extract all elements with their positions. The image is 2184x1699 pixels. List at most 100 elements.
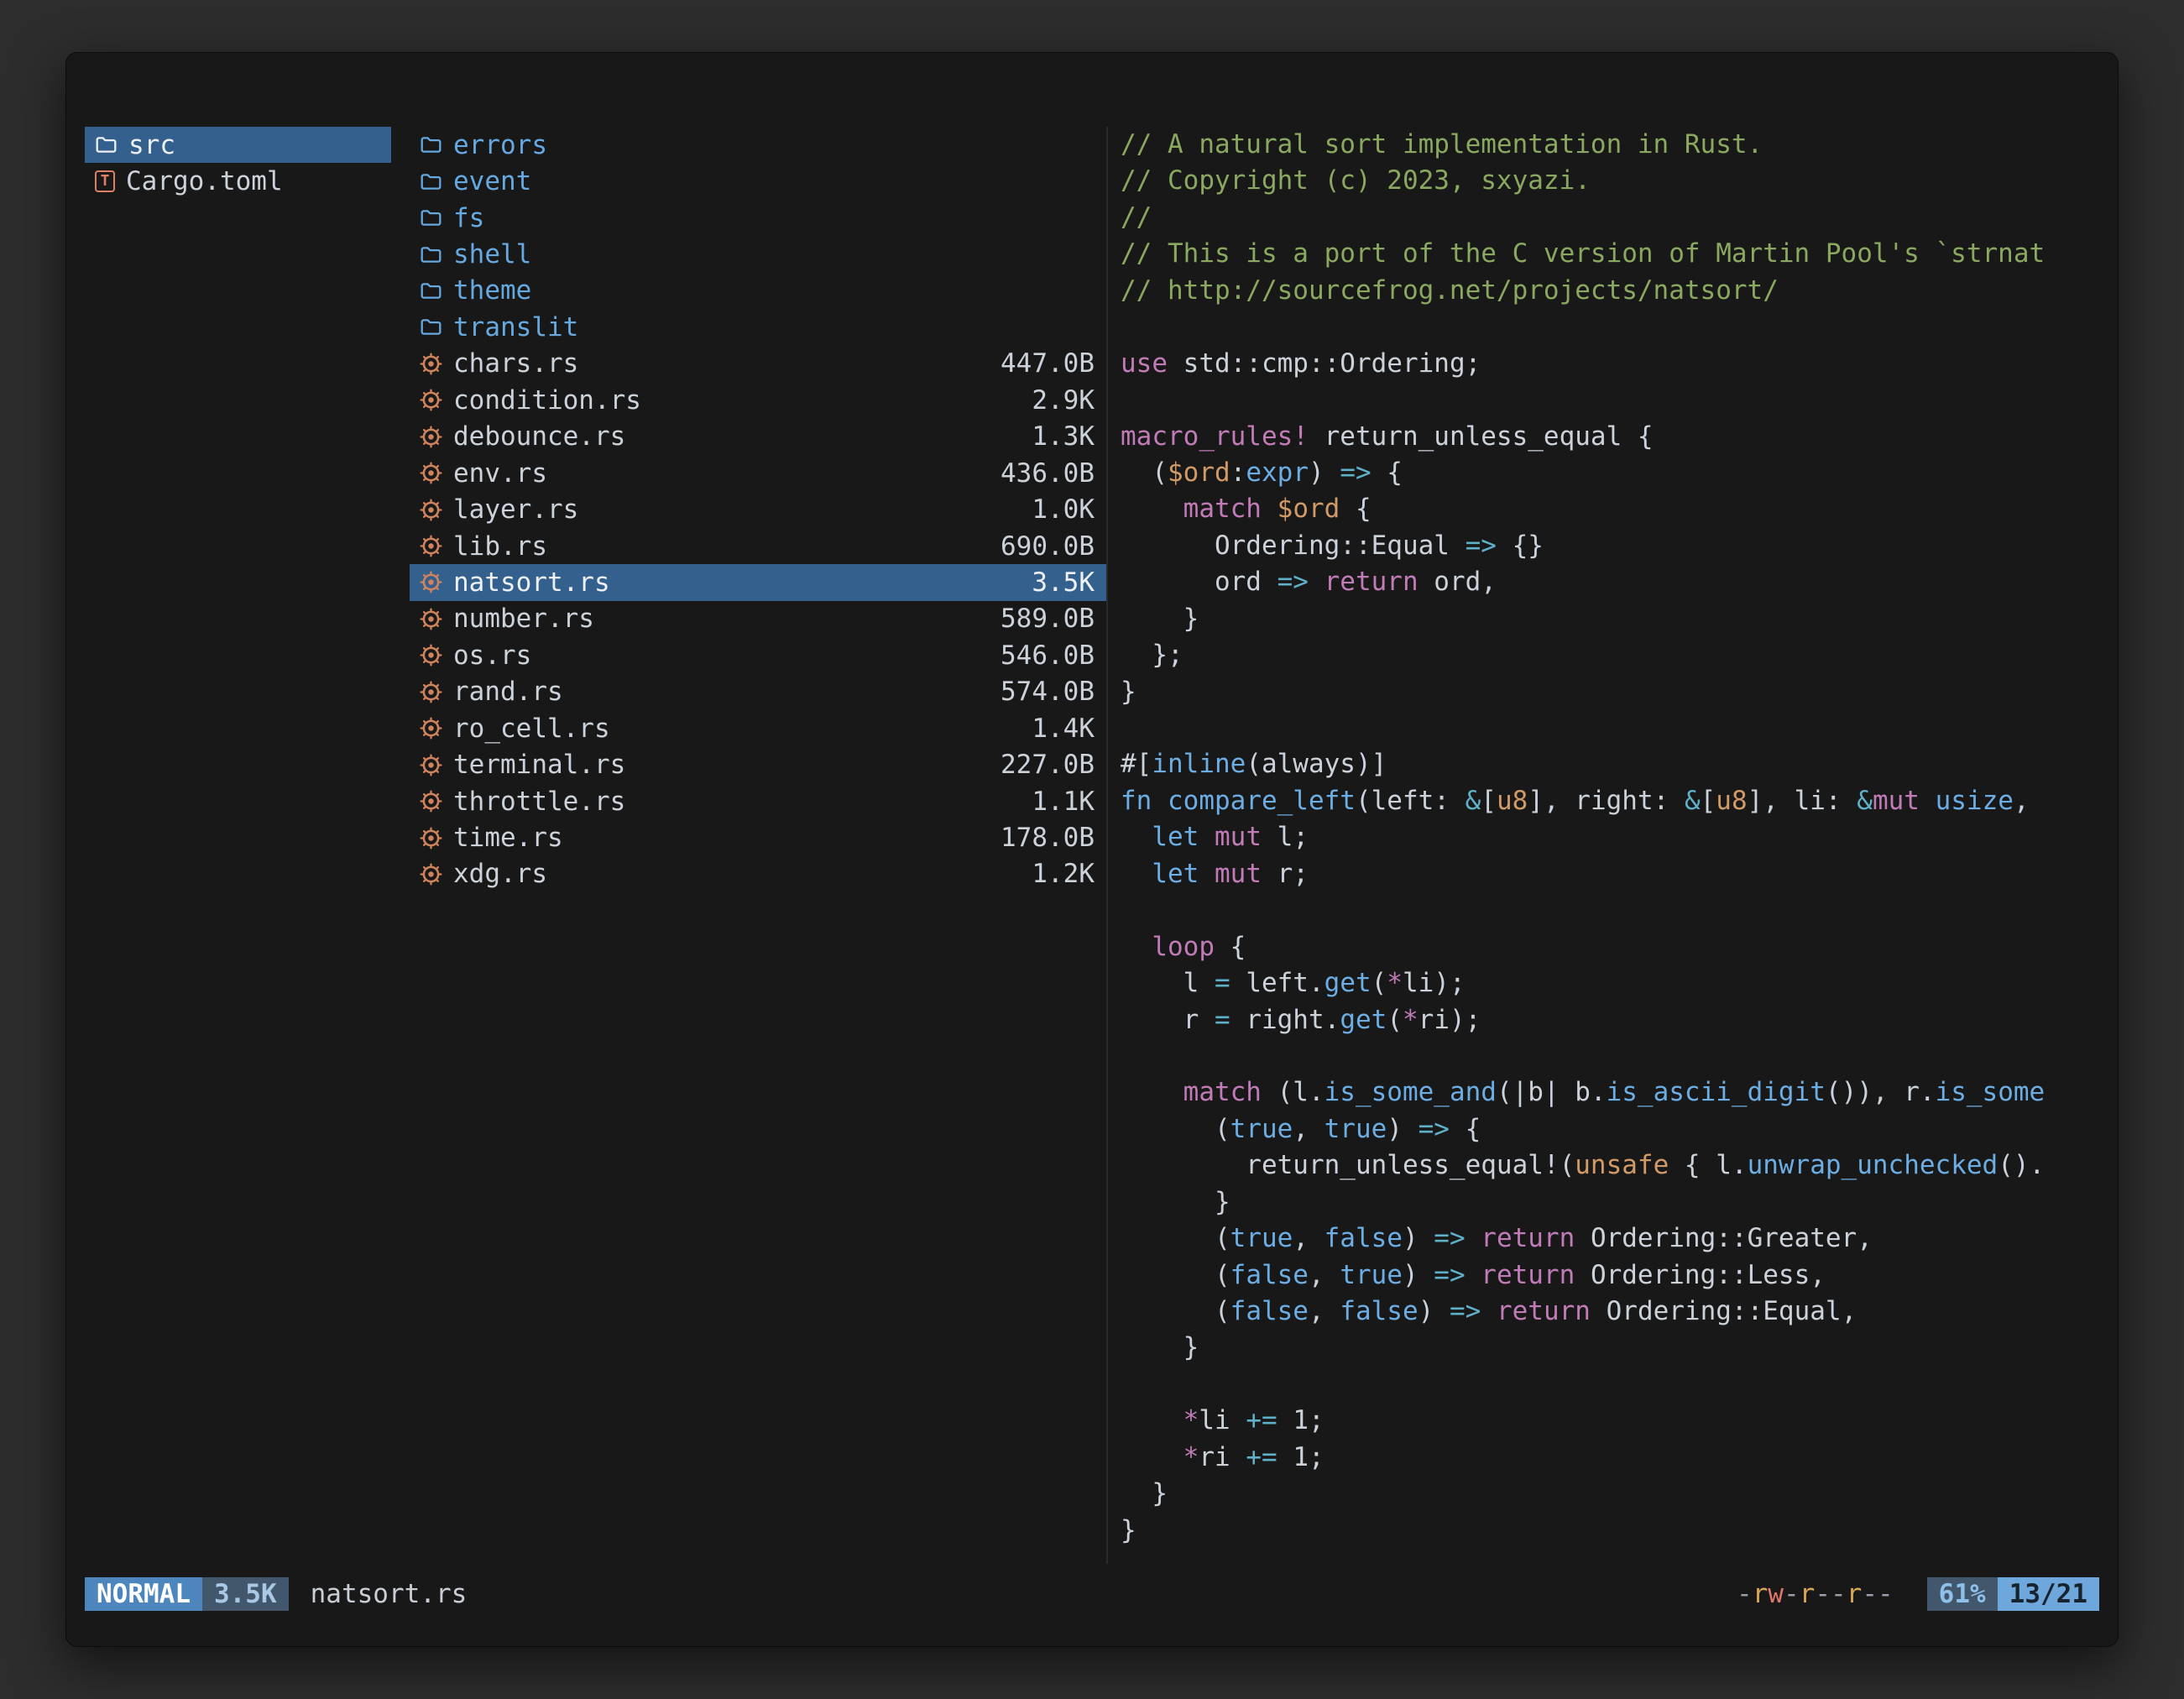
code-line: fn compare_left(left: &[u8], right: &[u8… (1121, 783, 2118, 819)
entry-name: rand.rs (453, 677, 563, 707)
rust-file-icon (420, 608, 442, 630)
entry-size: 447.0B (1001, 348, 1095, 379)
code-line: } (1121, 674, 2118, 710)
code-line: macro_rules! return_unless_equal { (1121, 419, 2118, 455)
entry-name: fs (453, 203, 484, 233)
entry-name: shell (453, 239, 531, 269)
entry-name: theme (453, 275, 531, 306)
file-row[interactable]: ro_cell.rs 1.4K (410, 710, 1106, 746)
rust-file-icon (420, 754, 442, 776)
entry-size: 436.0B (1001, 458, 1095, 489)
code-line (1121, 1367, 2118, 1403)
file-row[interactable]: T Cargo.toml (85, 163, 391, 199)
file-row[interactable]: condition.rs2.9K (410, 382, 1106, 418)
rust-file-icon (420, 790, 442, 813)
folder-icon (95, 133, 118, 156)
entry-size: 1.0K (1032, 494, 1095, 525)
rust-file-icon (420, 462, 442, 484)
code-line: match (l.is_some_and(|b| b.is_ascii_digi… (1121, 1074, 2118, 1111)
rust-file-icon (420, 353, 442, 375)
entry-size: 1.3K (1032, 421, 1095, 452)
code-line: // (1121, 200, 2118, 236)
mode-indicator: NORMAL (85, 1577, 202, 1611)
current-pane: errorsevent fs shell theme translit chars.rs 4… (410, 127, 1106, 1564)
code-line: match $ord { (1121, 491, 2118, 527)
code-line: } (1121, 1330, 2118, 1366)
file-row[interactable]: rand.rs 574.0B (410, 674, 1106, 710)
rust-file-icon (420, 717, 442, 740)
folder-icon (420, 170, 442, 193)
rust-file-icon (420, 571, 442, 593)
entry-name: chars.rs (453, 348, 578, 379)
status-bar: NORMAL 3.5K natsort.rs -rw-r--r-- 61% 13… (66, 1576, 2118, 1613)
rust-file-icon (420, 389, 442, 411)
entry-name: env.rs (453, 458, 547, 489)
file-row[interactable]: terminal.rs227.0B (410, 746, 1106, 782)
entry-name: xdg.rs (453, 859, 547, 889)
entry-name: ro_cell.rs (453, 714, 610, 744)
code-line: // http://sourcefrog.net/projects/natsor… (1121, 273, 2118, 309)
folder-icon (420, 243, 442, 266)
entry-name: throttle.rs (453, 787, 625, 817)
preview-pane[interactable]: // A natural sort implementation in Rust… (1106, 127, 2118, 1564)
file-row[interactable]: lib.rs690.0B (410, 528, 1106, 564)
entry-name: event (453, 166, 531, 196)
dir-row[interactable]: errors (410, 127, 1106, 163)
file-row[interactable]: layer.rs 1.0K (410, 491, 1106, 527)
entry-name: debounce.rs (453, 421, 625, 452)
dir-row[interactable]: translit (410, 309, 1106, 345)
entry-name: condition.rs (453, 385, 641, 416)
parent-pane: src T Cargo.toml (85, 127, 391, 1564)
file-size-indicator: 3.5K (202, 1577, 289, 1611)
dir-row[interactable]: shell (410, 236, 1106, 272)
rust-file-icon (420, 499, 442, 521)
entry-name: Cargo.toml (126, 166, 283, 196)
entry-name: translit (453, 312, 578, 342)
code-line: *li += 1; (1121, 1403, 2118, 1439)
entry-size: 574.0B (1001, 677, 1095, 707)
code-line: }; (1121, 637, 2118, 673)
file-row[interactable]: os.rs546.0B (410, 637, 1106, 673)
toml-file-icon: T (95, 170, 115, 192)
code-line: ($ord:expr) => { (1121, 455, 2118, 491)
file-row[interactable]: debounce.rs 1.3K (410, 419, 1106, 455)
code-line: use std::cmp::Ordering; (1121, 346, 2118, 382)
file-row[interactable]: throttle.rs 1.1K (410, 783, 1106, 819)
code-line: // This is a port of the C version of Ma… (1121, 236, 2118, 272)
code-line: #[inline(always)] (1121, 746, 2118, 782)
status-right: -rw-r--r-- 61% 13/21 (1737, 1576, 2099, 1613)
rust-file-icon (420, 863, 442, 886)
entry-name: layer.rs (453, 494, 578, 525)
file-row[interactable]: xdg.rs1.2K (410, 856, 1106, 892)
file-row[interactable]: env.rs 436.0B (410, 455, 1106, 491)
entry-name: terminal.rs (453, 750, 625, 780)
pane-gap (391, 127, 410, 1564)
entry-size: 1.4K (1032, 714, 1095, 744)
code-line (1121, 309, 2118, 345)
code-line: } (1121, 1476, 2118, 1512)
dir-row[interactable]: src (85, 127, 391, 163)
code-line: } (1121, 1513, 2118, 1549)
dir-row[interactable]: event (410, 163, 1106, 199)
dir-row[interactable]: fs (410, 200, 1106, 236)
file-row[interactable]: chars.rs 447.0B (410, 346, 1106, 382)
code-line (1121, 382, 2118, 418)
entry-name: natsort.rs (453, 567, 610, 598)
code-line: // A natural sort implementation in Rust… (1121, 127, 2118, 163)
entry-name: number.rs (453, 604, 594, 634)
file-row[interactable]: time.rs178.0B (410, 819, 1106, 855)
code-line: r = right.get(*ri); (1121, 1002, 2118, 1038)
status-left: NORMAL 3.5K natsort.rs (85, 1576, 467, 1613)
code-line: let mut l; (1121, 819, 2118, 855)
dir-row[interactable]: theme (410, 273, 1106, 309)
folder-icon (420, 133, 442, 156)
folder-icon (420, 206, 442, 229)
cursor-position: 13/21 (1998, 1577, 2099, 1611)
rust-file-icon (420, 644, 442, 667)
entry-size: 3.5K (1032, 567, 1095, 598)
entry-size: 1.1K (1032, 787, 1095, 817)
file-row[interactable]: number.rs589.0B (410, 601, 1106, 637)
rust-file-icon (420, 827, 442, 850)
code-line: ord => return ord, (1121, 564, 2118, 600)
file-row[interactable]: natsort.rs 3.5K (410, 564, 1106, 600)
